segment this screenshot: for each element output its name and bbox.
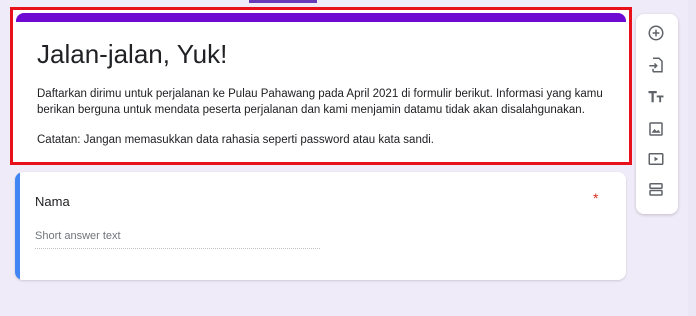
section-icon	[649, 183, 663, 196]
add-question-button[interactable]	[645, 22, 667, 44]
form-note[interactable]: Catatan: Jangan memasukkan data rahasia …	[37, 132, 612, 148]
form-title-card[interactable]: Jalan-jalan, Yuk! Daftarkan dirimu untuk…	[10, 7, 632, 165]
add-circle-icon	[648, 25, 664, 41]
theme-color-band	[16, 13, 626, 22]
floating-toolbar	[636, 14, 678, 214]
import-questions-button[interactable]	[645, 54, 667, 76]
question-focus-accent	[15, 172, 20, 280]
question-card[interactable]: Nama * Short answer text	[15, 172, 626, 280]
title-text-icon	[648, 91, 664, 103]
import-icon	[649, 57, 663, 73]
add-video-button[interactable]	[645, 148, 667, 170]
image-icon	[649, 122, 663, 136]
form-editor: { "form": { "title": "Jalan-jalan, Yuk!"…	[0, 0, 696, 316]
form-description[interactable]: Daftarkan dirimu untuk perjalanan ke Pul…	[37, 86, 612, 118]
short-answer-field: Short answer text	[35, 230, 320, 249]
add-title-button[interactable]	[645, 86, 667, 108]
page-scroll-edge	[688, 0, 696, 316]
active-tab-indicator	[249, 0, 317, 3]
video-icon	[648, 153, 664, 165]
title-card-body: Jalan-jalan, Yuk! Daftarkan dirimu untuk…	[16, 13, 626, 159]
form-title[interactable]: Jalan-jalan, Yuk!	[37, 39, 227, 70]
question-title[interactable]: Nama	[35, 194, 70, 209]
required-asterisk: *	[593, 190, 599, 206]
add-image-button[interactable]	[645, 118, 667, 140]
add-section-button[interactable]	[645, 178, 667, 200]
